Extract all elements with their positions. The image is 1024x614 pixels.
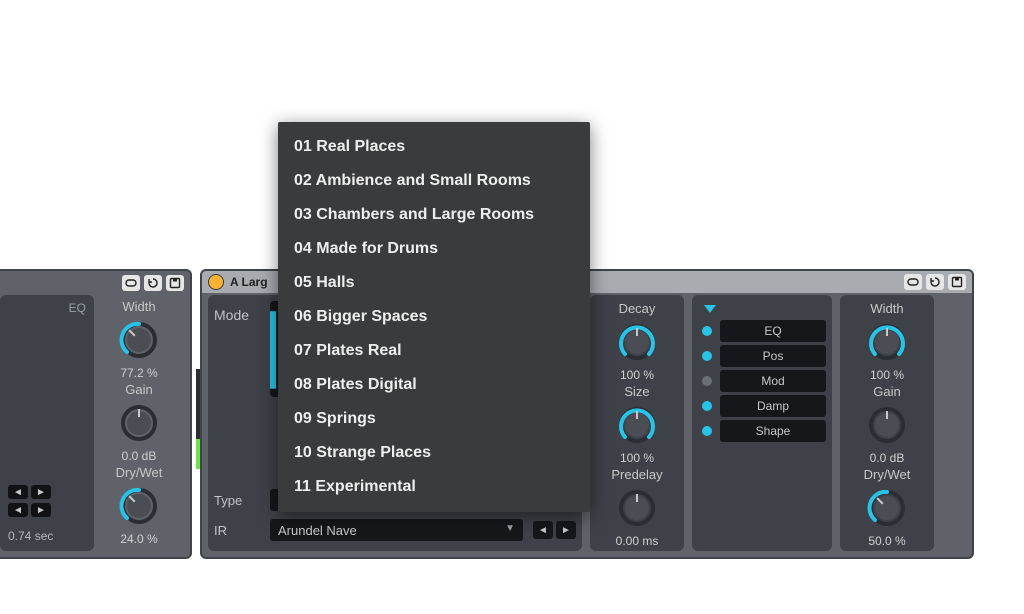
- eq-label: EQ: [69, 301, 86, 315]
- width2-knob[interactable]: [865, 320, 909, 364]
- tab-enable-dot[interactable]: [702, 426, 712, 436]
- drywet2-value: 50.0 %: [868, 534, 905, 548]
- tab-shape[interactable]: Shape: [720, 420, 826, 442]
- width2-value: 100 %: [870, 368, 904, 382]
- gain2-label: Gain: [873, 384, 900, 399]
- ir-label: IR: [214, 523, 260, 538]
- width2-label: Width: [870, 301, 903, 316]
- menu-item[interactable]: 01 Real Places: [278, 130, 590, 164]
- drywet-label: Dry/Wet: [116, 465, 163, 480]
- device-title: A Larg: [230, 275, 268, 289]
- menu-item[interactable]: 09 Springs: [278, 402, 590, 436]
- ir-prev-button[interactable]: ◄: [533, 521, 553, 539]
- mode-label: Mode: [214, 301, 260, 323]
- size-knob[interactable]: [615, 403, 659, 447]
- save-icon[interactable]: [948, 274, 966, 290]
- reset-icon[interactable]: [926, 274, 944, 290]
- predelay-knob[interactable]: [615, 486, 659, 530]
- loop-icon[interactable]: [122, 275, 140, 291]
- type-dropdown-menu: 01 Real Places02 Ambience and Small Room…: [278, 122, 590, 512]
- tab-row: EQ: [698, 320, 826, 342]
- menu-item[interactable]: 03 Chambers and Large Rooms: [278, 198, 590, 232]
- ir-next-button[interactable]: ►: [556, 521, 576, 539]
- menu-item[interactable]: 04 Made for Drums: [278, 232, 590, 266]
- ir-value: Arundel Nave: [278, 523, 357, 538]
- nav-next-button[interactable]: ►: [31, 485, 51, 499]
- device-power-button[interactable]: [208, 274, 224, 290]
- tab-enable-dot[interactable]: [702, 376, 712, 386]
- tab-row: Damp: [698, 395, 826, 417]
- device-left-screen: EQ ◄ ► ◄ ► 0.74 sec: [0, 295, 94, 551]
- menu-item[interactable]: 08 Plates Digital: [278, 368, 590, 402]
- type-label: Type: [214, 493, 260, 508]
- tab-enable-dot[interactable]: [702, 401, 712, 411]
- predelay-label: Predelay: [611, 467, 662, 482]
- gain2-value: 0.0 dB: [870, 451, 905, 465]
- drywet2-knob[interactable]: [865, 486, 909, 530]
- tab-row: Shape: [698, 420, 826, 442]
- width-knob[interactable]: [117, 318, 161, 362]
- gain-knob[interactable]: [117, 401, 161, 445]
- time-value: 0.74 sec: [8, 529, 53, 543]
- tab-row: Pos: [698, 345, 826, 367]
- menu-item[interactable]: 06 Bigger Spaces: [278, 300, 590, 334]
- nav-prev2-button[interactable]: ◄: [8, 503, 28, 517]
- loop-icon[interactable]: [904, 274, 922, 290]
- gain2-knob[interactable]: [865, 403, 909, 447]
- predelay-value: 0.00 ms: [616, 534, 659, 548]
- nav-prev-button[interactable]: ◄: [8, 485, 28, 499]
- section-tabs-panel: EQ Pos Mod Damp Shape: [692, 295, 832, 551]
- width-label: Width: [122, 299, 155, 314]
- drywet-knob[interactable]: [117, 484, 161, 528]
- output-panel: Width 100 % Gain 0.0 dB Dry/Wet 50.0 %: [840, 295, 934, 551]
- menu-item[interactable]: 07 Plates Real: [278, 334, 590, 368]
- ir-dropdown[interactable]: Arundel Nave: [270, 519, 523, 541]
- tab-pos[interactable]: Pos: [720, 345, 826, 367]
- tab-eq[interactable]: EQ: [720, 320, 826, 342]
- size-value: 100 %: [620, 451, 654, 465]
- decay-panel: Decay 100 % Size 100 % Predelay 0.00 ms: [590, 295, 684, 551]
- tab-enable-dot[interactable]: [702, 326, 712, 336]
- drywet2-label: Dry/Wet: [864, 467, 911, 482]
- decay-label: Decay: [619, 301, 656, 316]
- tab-row: Mod: [698, 370, 826, 392]
- tab-mod[interactable]: Mod: [720, 370, 826, 392]
- menu-item[interactable]: 05 Halls: [278, 266, 590, 300]
- menu-item[interactable]: 11 Experimental: [278, 470, 590, 504]
- drywet-value: 24.0 %: [120, 532, 157, 546]
- menu-item[interactable]: 02 Ambience and Small Rooms: [278, 164, 590, 198]
- decay-value: 100 %: [620, 368, 654, 382]
- tab-damp[interactable]: Damp: [720, 395, 826, 417]
- save-icon[interactable]: [166, 275, 184, 291]
- width-value: 77.2 %: [120, 366, 157, 380]
- tabs-expand-icon[interactable]: [704, 305, 716, 313]
- device-left: EQ ◄ ► ◄ ► 0.74 sec Width: [0, 269, 192, 559]
- menu-item[interactable]: 10 Strange Places: [278, 436, 590, 470]
- decay-knob[interactable]: [615, 320, 659, 364]
- gain-value: 0.0 dB: [122, 449, 157, 463]
- reset-icon[interactable]: [144, 275, 162, 291]
- tab-enable-dot[interactable]: [702, 351, 712, 361]
- gain-label: Gain: [125, 382, 152, 397]
- nav-next2-button[interactable]: ►: [31, 503, 51, 517]
- size-label: Size: [624, 384, 649, 399]
